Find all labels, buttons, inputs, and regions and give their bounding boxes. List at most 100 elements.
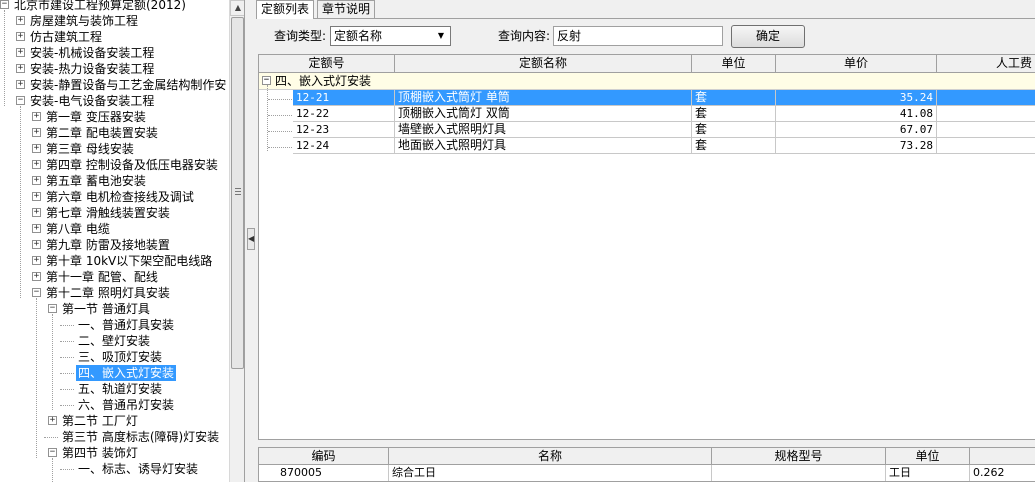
cell-labor[interactable] (937, 106, 1035, 122)
chevron-down-icon[interactable]: ▼ (433, 28, 449, 44)
cell-price[interactable]: 41.08 (776, 106, 937, 122)
table-row[interactable]: 12-24 地面嵌入式照明灯具套 73.28 (259, 138, 1035, 154)
cell-name[interactable]: 墙壁嵌入式照明灯具 (395, 122, 692, 138)
column-header-res-code[interactable]: 编码 (259, 448, 389, 465)
cell-unit[interactable]: 套 (692, 106, 776, 122)
expand-icon[interactable]: + (16, 64, 25, 73)
quota-grid[interactable]: 定额号 定额名称 单位 单价 人工费 − 四、嵌入式灯安装 12-21 顶棚嵌入式… (258, 54, 1035, 440)
cell-code[interactable]: 12-23 (293, 122, 395, 138)
collapse-icon[interactable]: − (48, 304, 57, 313)
tree-item[interactable]: 二、壁灯安装 (0, 333, 229, 349)
tree-item[interactable]: + 安装-静置设备与工艺金属结构制作安 (0, 77, 229, 93)
column-header-name[interactable]: 定额名称 (395, 55, 692, 73)
tree-item[interactable]: + 安装-机械设备安装工程 (0, 45, 229, 61)
cell-name[interactable]: 综合工日 (389, 465, 712, 481)
tree-item[interactable]: 一、标志、诱导灯安装 (0, 461, 229, 477)
cell-unit[interactable]: 套 (692, 90, 776, 106)
expand-icon[interactable]: + (16, 16, 25, 25)
expand-icon[interactable]: + (16, 48, 25, 57)
tree-item[interactable]: + 第二章 配电装置安装 (0, 125, 229, 141)
tree-item[interactable]: − 第十二章 照明灯具安装 (0, 285, 229, 301)
chapter-tree[interactable]: − 北京市建设工程预算定额(2012) + 房屋建筑与装饰工程 + 仿古建筑工程 + 安装-机… (0, 0, 245, 482)
tree-item[interactable]: + 第十章 10kV以下架空配电线路 (0, 253, 229, 269)
table-row[interactable]: 870005 综合工日 工日 0.262 (259, 465, 1035, 481)
cell-code[interactable]: 870005 (277, 465, 389, 481)
cell-unit[interactable]: 套 (692, 122, 776, 138)
cell-spec[interactable] (712, 465, 886, 481)
column-header-labor-cost[interactable]: 人工费 (937, 55, 1035, 73)
tree-item[interactable]: + 安装-热力设备安装工程 (0, 61, 229, 77)
table-row[interactable]: 12-22 顶棚嵌入式筒灯 双筒套 41.08 (259, 106, 1035, 122)
cell-code[interactable]: 12-22 (293, 106, 395, 122)
cell-labor[interactable] (937, 122, 1035, 138)
confirm-button[interactable]: 确定 (731, 25, 805, 48)
tree-item[interactable]: + 第九章 防雷及接地装置 (0, 237, 229, 253)
tree-item[interactable]: 一、普通灯具安装 (0, 317, 229, 333)
tree-item[interactable]: 三、吸顶灯安装 (0, 349, 229, 365)
column-header-res-unit[interactable]: 单位 (886, 448, 970, 465)
tree-item[interactable]: − 第四节 装饰灯 (0, 445, 229, 461)
scroll-thumb[interactable] (231, 17, 244, 369)
cell-price[interactable]: 67.07 (776, 122, 937, 138)
query-type-select[interactable]: 定额名称 ▼ (330, 26, 451, 46)
tree-item[interactable]: − 安装-电气设备安装工程 (0, 93, 229, 109)
table-row[interactable]: 12-21 顶棚嵌入式筒灯 单筒套 35.24 (259, 90, 1035, 106)
tree-item[interactable]: + 第四章 控制设备及低压电器安装 (0, 157, 229, 173)
expand-icon[interactable]: + (16, 32, 25, 41)
tab-chapter-notes[interactable]: 章节说明 (317, 0, 376, 18)
tab-quota-list[interactable]: 定额列表 (256, 0, 315, 19)
column-header-unit[interactable]: 单位 (692, 55, 776, 73)
expand-icon[interactable]: + (32, 192, 41, 201)
tree-item[interactable]: + 第六章 电机检查接线及调试 (0, 189, 229, 205)
column-header-res-name[interactable]: 名称 (389, 448, 712, 465)
expand-icon[interactable]: + (48, 416, 57, 425)
expand-icon[interactable]: + (32, 272, 41, 281)
cell-code[interactable]: 12-24 (293, 138, 395, 154)
expand-icon[interactable]: + (32, 128, 41, 137)
collapse-icon[interactable]: − (0, 0, 9, 9)
group-row[interactable]: − 四、嵌入式灯安装 (259, 73, 1035, 90)
cell-price[interactable]: 35.24 (776, 90, 937, 106)
cell-name[interactable]: 地面嵌入式照明灯具 (395, 138, 692, 154)
collapse-icon[interactable]: − (262, 76, 271, 85)
column-header-code[interactable]: 定额号 (259, 55, 395, 73)
tree-item[interactable]: 第三节 高度标志(障碍)灯安装 (0, 429, 229, 445)
tree-scrollbar[interactable]: ▲ (229, 0, 244, 482)
tree-item[interactable]: + 第一章 变压器安装 (0, 109, 229, 125)
expand-icon[interactable]: + (32, 256, 41, 265)
tree-item[interactable]: + 第二节 工厂灯 (0, 413, 229, 429)
scroll-up-arrow-icon[interactable]: ▲ (230, 0, 244, 16)
column-header-res-qty[interactable] (970, 448, 1035, 465)
column-header-price[interactable]: 单价 (776, 55, 937, 73)
pane-splitter[interactable]: ◀ (246, 0, 256, 482)
cell-qty[interactable]: 0.262 (970, 465, 1035, 481)
resource-grid[interactable]: 编码 名称 规格型号 单位 870005 综合工日 工日 0.262 (258, 447, 1035, 482)
cell-price[interactable]: 73.28 (776, 138, 937, 154)
expand-icon[interactable]: + (32, 240, 41, 249)
collapse-left-icon[interactable]: ◀ (247, 228, 255, 250)
expand-icon[interactable]: + (32, 144, 41, 153)
tree-item[interactable]: 五、轨道灯安装 (0, 381, 229, 397)
cell-labor[interactable] (937, 138, 1035, 154)
tree-item[interactable]: + 仿古建筑工程 (0, 29, 229, 45)
tree-item[interactable]: + 第五章 蓄电池安装 (0, 173, 229, 189)
expand-icon[interactable]: + (32, 224, 41, 233)
tree-item[interactable]: + 第十一章 配管、配线 (0, 269, 229, 285)
expand-icon[interactable]: + (32, 176, 41, 185)
cell-unit[interactable]: 套 (692, 138, 776, 154)
tree-item[interactable]: 四、嵌入式灯安装 (0, 365, 229, 381)
cell-labor[interactable] (937, 90, 1035, 106)
tree-item[interactable]: 六、普通吊灯安装 (0, 397, 229, 413)
tree-item[interactable]: − 北京市建设工程预算定额(2012) (0, 0, 229, 13)
expand-icon[interactable]: + (32, 160, 41, 169)
expand-icon[interactable]: + (16, 80, 25, 89)
query-content-input[interactable]: 反射 (553, 26, 723, 46)
tree-item[interactable]: − 第一节 普通灯具 (0, 301, 229, 317)
tree-item[interactable]: + 房屋建筑与装饰工程 (0, 13, 229, 29)
expand-icon[interactable]: + (32, 112, 41, 121)
column-header-res-spec[interactable]: 规格型号 (712, 448, 886, 465)
cell-name[interactable]: 顶棚嵌入式筒灯 双筒 (395, 106, 692, 122)
cell-name[interactable]: 顶棚嵌入式筒灯 单筒 (395, 90, 692, 106)
collapse-icon[interactable]: − (16, 96, 25, 105)
collapse-icon[interactable]: − (32, 288, 41, 297)
